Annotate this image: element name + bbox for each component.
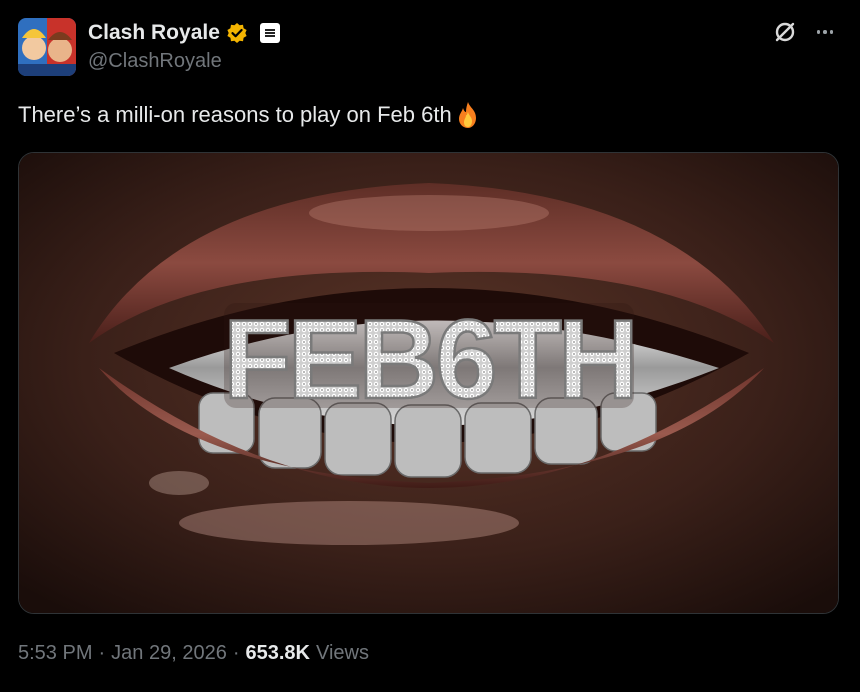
tweet-time[interactable]: 5:53 PM <box>18 642 92 665</box>
separator: · <box>98 642 106 664</box>
account-handle[interactable]: @ClashRoyale <box>88 50 222 73</box>
avatar[interactable] <box>18 18 76 76</box>
views-label: Views <box>315 642 369 664</box>
affiliate-badge-icon[interactable] <box>259 23 280 43</box>
verified-badge-icon[interactable] <box>226 22 248 44</box>
tweet-date[interactable]: Jan 29, 2026 <box>111 642 227 665</box>
tweet-text: There’s a milli-on reasons to play on Fe… <box>18 102 452 127</box>
more-icon[interactable] <box>812 20 838 44</box>
fire-emoji-icon <box>458 102 476 128</box>
separator: · <box>232 642 240 664</box>
svg-text:FEB6TH: FEB6TH <box>223 297 635 422</box>
grok-icon[interactable] <box>773 20 797 44</box>
tweet-media-image[interactable]: FEB6TH <box>18 152 839 614</box>
views-count: 653.8K <box>245 642 310 664</box>
display-name[interactable]: Clash Royale <box>88 21 220 45</box>
